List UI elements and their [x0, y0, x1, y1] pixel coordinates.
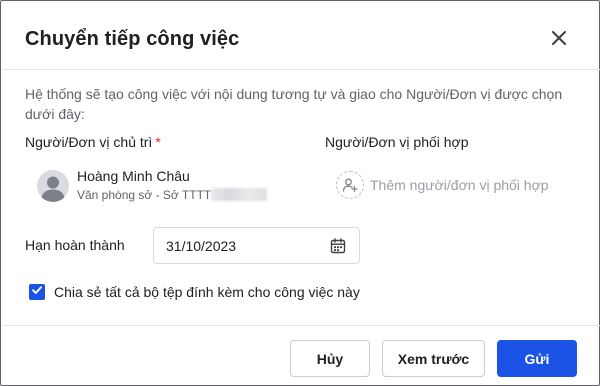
preview-button[interactable]: Xem trước [382, 340, 485, 377]
add-collaborator-button[interactable]: Thêm người/đơn vị phối hợp [336, 171, 549, 199]
forward-task-dialog: Chuyển tiếp công việc Hệ thống sẽ tạo cô… [0, 0, 600, 386]
calendar-icon[interactable] [329, 237, 347, 255]
footer-divider [2, 325, 600, 326]
redacted-text [211, 188, 268, 201]
header-divider [2, 69, 600, 70]
dialog-description: Hệ thống sẽ tạo công việc với nội dung t… [25, 86, 563, 122]
assignee-label-text: Người/Đơn vị chủ trì [25, 134, 153, 150]
add-collaborator-label: Thêm người/đơn vị phối hợp [370, 177, 549, 193]
assignee-section-label: Người/Đơn vị chủ trì * [25, 134, 161, 150]
assignee-name: Hoàng Minh Châu [77, 168, 190, 184]
required-mark: * [155, 134, 161, 150]
assignee-department: Văn phòng sở - Sở TTTT [77, 186, 268, 204]
avatar [37, 169, 69, 202]
deadline-date-input[interactable]: 31/10/2023 [153, 227, 360, 264]
share-attachments-label: Chia sẻ tất cả bộ tệp đính kèm cho công … [54, 284, 360, 300]
checkmark-icon [31, 283, 43, 301]
close-button[interactable] [545, 26, 573, 54]
deadline-label: Hạn hoàn thành [25, 237, 125, 253]
add-person-icon [336, 171, 364, 199]
send-button[interactable]: Gửi [497, 340, 577, 377]
close-icon [552, 30, 566, 50]
assignee-department-text: Văn phòng sở - Sở TTTT [77, 188, 212, 202]
share-attachments-option[interactable]: Chia sẻ tất cả bộ tệp đính kèm cho công … [29, 284, 360, 300]
deadline-date-value: 31/10/2023 [166, 237, 237, 254]
collaborator-section-label: Người/Đơn vị phối hợp [325, 134, 469, 150]
dialog-title: Chuyển tiếp công việc [25, 28, 240, 50]
assignee-item[interactable]: Hoàng Minh Châu Văn phòng sở - Sở TTTT [37, 167, 268, 204]
share-attachments-checkbox[interactable] [29, 284, 45, 300]
cancel-button[interactable]: Hủy [290, 340, 370, 377]
